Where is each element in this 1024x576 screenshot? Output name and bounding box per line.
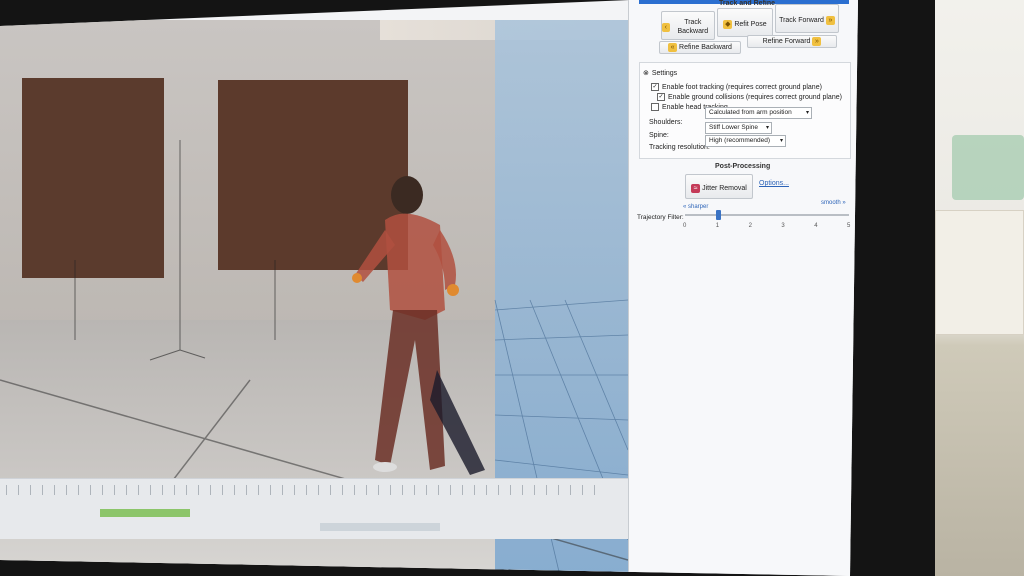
timeline[interactable]: [0, 478, 628, 539]
spine-label: Spine:: [649, 132, 669, 139]
refit-pose-button[interactable]: ◆ Refit Pose: [717, 8, 773, 37]
chevron-down-icon: ▾: [765, 125, 769, 131]
filter-tick-label: 0: [683, 223, 687, 229]
trajectory-filter-slider[interactable]: [685, 214, 849, 216]
refine-forward-label: Refine Forward: [762, 38, 811, 45]
timeline-ruler[interactable]: [6, 485, 606, 495]
ground-collisions-option[interactable]: ✓ Enable ground collisions (requires cor…: [657, 93, 842, 101]
waveform-icon: ≈: [691, 183, 701, 193]
jitter-removal-label: Jitter Removal: [702, 184, 747, 192]
foot-tracking-label: Enable foot tracking (requires correct g…: [662, 83, 822, 91]
double-arrow-left-icon: «: [668, 43, 678, 52]
options-link[interactable]: Options...: [759, 180, 789, 187]
collapse-icon[interactable]: ⊗: [643, 69, 649, 77]
ground-collisions-label: Enable ground collisions (requires corre…: [668, 93, 842, 101]
trajectory-filter-thumb[interactable]: [715, 210, 721, 220]
ground-collisions-checkbox[interactable]: ✓: [657, 93, 665, 101]
cabinet: [935, 210, 1024, 335]
smoother-label: smooth »: [821, 200, 846, 206]
wall-painting: [952, 135, 1024, 200]
track-forward-button[interactable]: Track Forward »: [775, 4, 839, 33]
foot-tracking-option[interactable]: ✓ Enable foot tracking (requires correct…: [651, 83, 822, 91]
track-section-title: Track and Refine: [719, 0, 776, 7]
filter-tick-label: 2: [748, 223, 752, 229]
tracked-avatar: [352, 176, 485, 497]
refine-forward-button[interactable]: Refine Forward »: [747, 35, 837, 48]
track-backward-label: Track Backward: [677, 19, 709, 35]
shoulders-label: Shoulders:: [649, 119, 683, 126]
chevron-down-icon: ▾: [779, 138, 783, 144]
filter-tick-label: 1: [715, 223, 720, 229]
monitor: Track and Refine ‹ Track Backward ◆ Refi…: [0, 0, 935, 576]
tracked-range-bar: [100, 509, 190, 517]
tracking-resolution-label: Tracking resolution:: [649, 144, 710, 151]
timeline-track: [320, 523, 440, 531]
refine-backward-label: Refine Backward: [679, 44, 732, 51]
sharper-label: « sharper: [683, 204, 709, 210]
spine-value: Stiff Lower Spine: [709, 124, 759, 131]
chevron-down-icon: ▾: [805, 110, 809, 116]
foot-tracking-checkbox[interactable]: ✓: [651, 83, 659, 91]
filter-tick-label: 5: [847, 223, 851, 229]
track-backward-button[interactable]: ‹ Track Backward: [661, 11, 715, 40]
filter-tick-label: 4: [814, 223, 818, 229]
tracking-resolution-select[interactable]: High (recommended) ▾: [705, 135, 786, 147]
post-processing-title: Post-Processing: [715, 163, 771, 170]
refit-pose-label: Refit Pose: [734, 20, 767, 28]
arrow-left-icon: ‹: [662, 22, 670, 32]
refine-backward-button[interactable]: « Refine Backward: [659, 41, 741, 54]
filter-tick-label: 3: [781, 223, 785, 229]
tracking-resolution-value: High (recommended): [709, 137, 771, 144]
spine-select[interactable]: Stiff Lower Spine ▾: [705, 122, 772, 134]
jitter-removal-button[interactable]: ≈ Jitter Removal: [685, 174, 753, 199]
screen: Track and Refine ‹ Track Backward ◆ Refi…: [0, 0, 858, 576]
trajectory-filter-label: Trajectory Filter:: [637, 214, 684, 221]
settings-expander[interactable]: ⊗ Settings: [643, 69, 678, 78]
double-arrow-right-icon: »: [825, 15, 835, 25]
tracking-panel: Track and Refine ‹ Track Backward ◆ Refi…: [628, 0, 858, 576]
shoulders-select[interactable]: Calculated from arm position ▾: [705, 107, 812, 119]
diamond-icon: ◆: [723, 19, 733, 29]
track-forward-label: Track Forward: [779, 16, 824, 24]
double-arrow-right-icon: »: [812, 37, 822, 46]
head-tracking-checkbox[interactable]: [651, 103, 659, 111]
settings-title: Settings: [651, 69, 678, 77]
shoulders-value: Calculated from arm position: [709, 109, 792, 116]
